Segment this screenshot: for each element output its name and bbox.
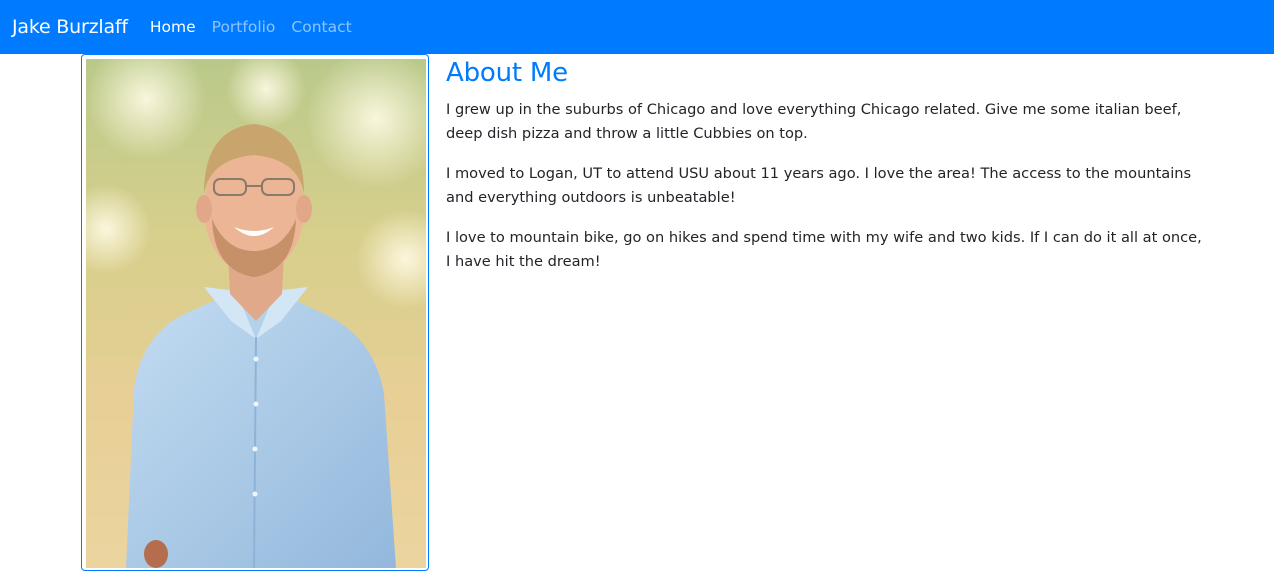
nav-link-contact[interactable]: Contact bbox=[291, 18, 351, 36]
profile-photo-frame bbox=[81, 54, 429, 571]
nav-link-portfolio[interactable]: Portfolio bbox=[212, 18, 276, 36]
about-paragraph-2: I moved to Logan, UT to attend USU about… bbox=[446, 165, 1192, 206]
about-title: About Me bbox=[446, 58, 568, 88]
about-section: About Me I grew up in the suburbs of Chi… bbox=[446, 56, 1206, 290]
top-navbar: Jake Burzlaff Home Portfolio Contact bbox=[0, 0, 1274, 54]
about-paragraph-1: I grew up in the suburbs of Chicago and … bbox=[446, 101, 1182, 142]
profile-photo bbox=[86, 59, 426, 568]
about-paragraph-3: I love to mountain bike, go on hikes and… bbox=[446, 229, 1202, 270]
brand-link[interactable]: Jake Burzlaff bbox=[12, 16, 128, 38]
nav-link-home[interactable]: Home bbox=[150, 18, 196, 36]
